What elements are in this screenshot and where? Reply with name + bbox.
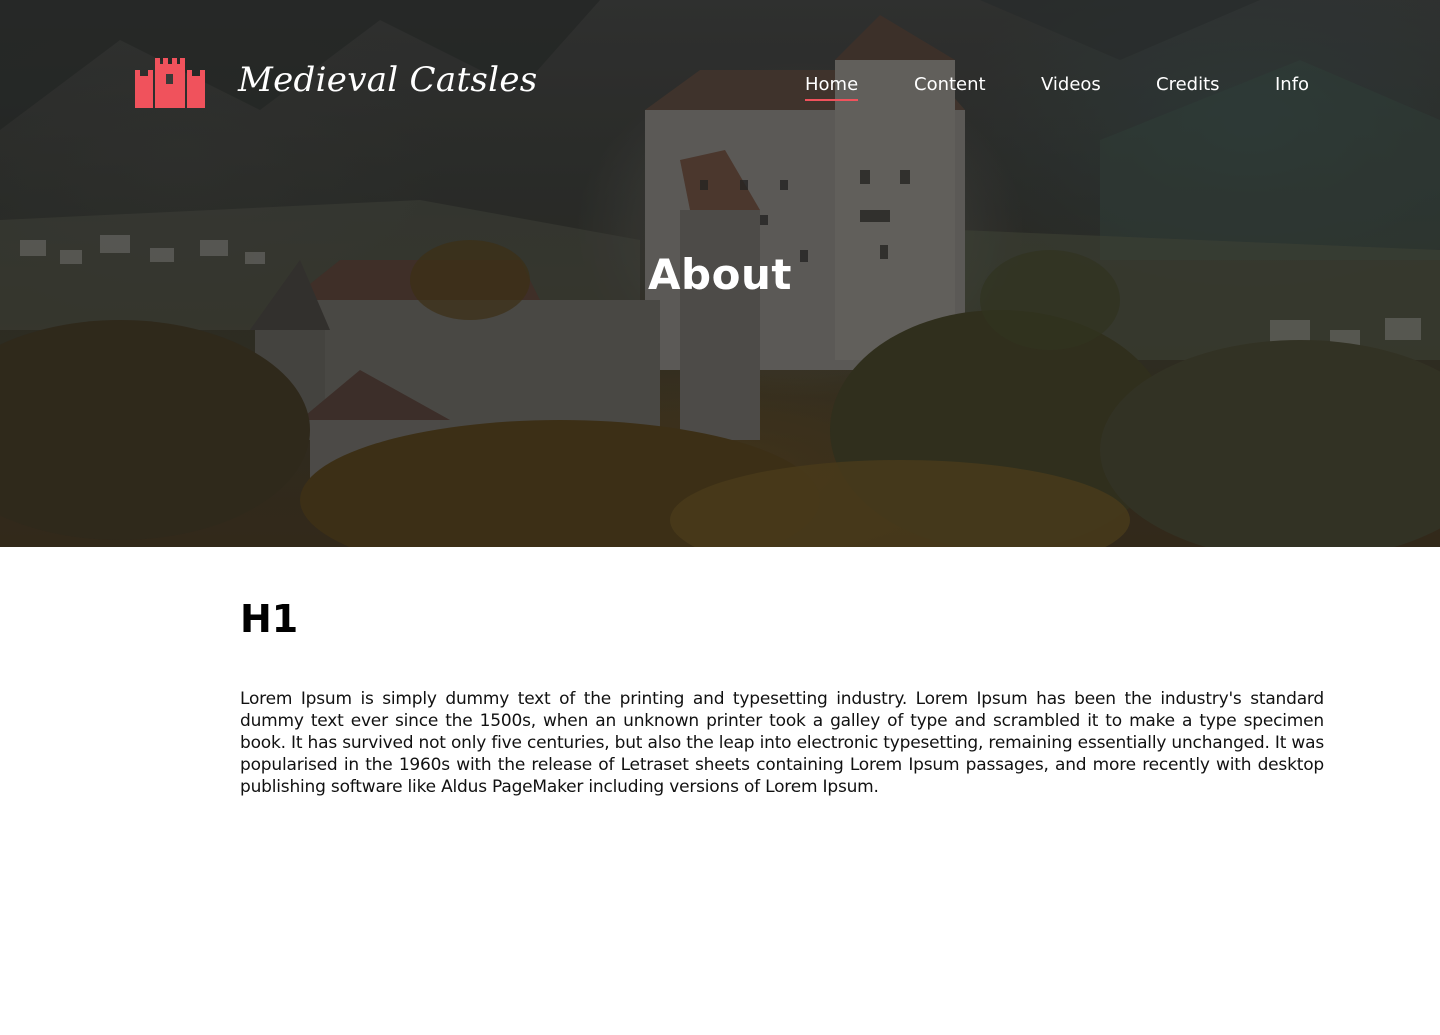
section-heading: H1	[240, 597, 299, 641]
nav-item-home[interactable]: Home	[805, 74, 859, 101]
main-content: H1 Lorem Ipsum is simply dummy text of t…	[240, 598, 1324, 798]
hero-banner: Medieval Catsles Home Content Videos Cre…	[0, 0, 1440, 547]
nav-item-videos[interactable]: Videos	[1041, 74, 1101, 99]
nav-item-credits[interactable]: Credits	[1156, 74, 1220, 99]
main-nav: Home Content Videos Credits Info	[0, 74, 1440, 104]
page-title: About	[648, 250, 792, 299]
nav-item-content[interactable]: Content	[914, 74, 986, 99]
nav-item-info[interactable]: Info	[1275, 74, 1309, 99]
body-paragraph: Lorem Ipsum is simply dummy text of the …	[240, 689, 1324, 797]
